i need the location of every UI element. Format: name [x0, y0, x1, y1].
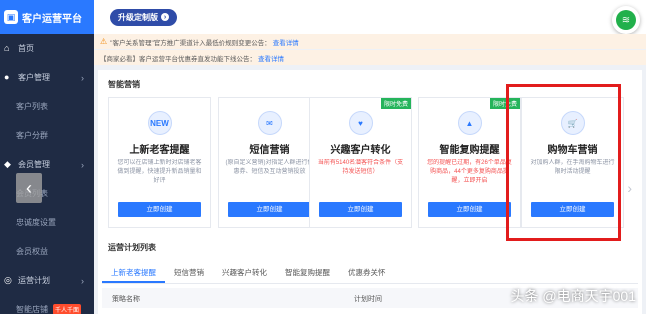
- app-logo-icon: ▣: [4, 10, 18, 24]
- sidebar-item-loyalty-settings[interactable]: 忠诚度设置: [0, 208, 94, 237]
- plan-icon: ◎: [4, 275, 12, 285]
- arrow-right-icon: ›: [161, 13, 169, 21]
- sidebar-item-label: 智能店铺: [16, 305, 48, 314]
- notice-bar: 【商家必看】客户运营平台优惠券直发功能下线公告： 查看详情: [94, 50, 646, 65]
- sidebar-item-member-benefits[interactable]: 会员权益: [0, 237, 94, 266]
- watermark: 头条 @电商天宇001: [510, 288, 636, 304]
- sidebar-item-operation-plan[interactable]: ◎ 运营计划 ›: [0, 266, 94, 295]
- chevron-right-icon: ›: [81, 275, 84, 286]
- card-description: 您可以在店铺上新时对店铺老客做到提醒，快速提升新品销量和好评: [117, 160, 202, 184]
- card-title: 智能复购提醒: [439, 145, 500, 156]
- sidebar-item-label: 会员权益: [16, 247, 48, 256]
- column-header-plan-time: 计划时间: [354, 296, 382, 303]
- tab-new-arrival-reminder[interactable]: 上新老客提醒: [102, 264, 165, 283]
- sidebar-item-label: 客户列表: [16, 102, 48, 111]
- tab-coupon-care[interactable]: 优惠券关怀: [339, 264, 395, 283]
- sidebar-item-tag: 千人千面: [53, 304, 82, 314]
- heart-icon: ♥: [348, 111, 373, 135]
- user-icon: ●: [4, 72, 10, 82]
- new-badge-icon: NEW: [147, 111, 172, 135]
- notice-text: 【商家必看】客户运营平台优惠券直发功能下线公告：: [100, 55, 256, 63]
- chevron-right-icon: ›: [81, 72, 84, 83]
- app-root: ▣ 客户运营平台 ⌂ 首页 ● 客户管理 › 客户列表 客户分群 ◆ 会员管理 …: [0, 0, 646, 314]
- card-title: 短信营销: [249, 145, 290, 156]
- sidebar-item-member-list[interactable]: 会员列表: [0, 179, 94, 208]
- tab-sms-marketing[interactable]: 短信营销: [165, 264, 213, 283]
- message-icon: ✉: [257, 111, 282, 135]
- carousel-next-icon[interactable]: ›: [627, 180, 632, 196]
- home-icon: ⌂: [4, 43, 10, 53]
- create-now-button[interactable]: 立即创建: [118, 202, 201, 217]
- section-title-smart-marketing: 智能营销: [108, 80, 140, 89]
- sidebar-item-label: 客户分群: [16, 131, 48, 140]
- sidebar-item-customer-management[interactable]: ● 客户管理 ›: [0, 63, 94, 92]
- section-title-plan-list: 运营计划列表: [108, 243, 156, 252]
- collapse-sidebar-button[interactable]: ‹: [16, 173, 42, 203]
- chevron-right-icon: ›: [81, 159, 84, 170]
- plan-tabs: 上新老客提醒 短信营销 兴趣客户转化 智能复购提醒 优惠券关怀: [102, 264, 638, 284]
- tab-interest-conversion[interactable]: 兴趣客户转化: [213, 264, 276, 283]
- notice-text: "客户关系管理"官方推广渠道计入最低价规则变更公告：: [110, 39, 271, 47]
- topbar: 升级定制版 › ≋: [94, 0, 646, 34]
- create-now-button[interactable]: 立即创建: [228, 202, 311, 217]
- card-description: (原自定义营销)对指定人群进行优惠券、短信及互动营销投放: [225, 160, 314, 175]
- limited-free-badge: 限时免费: [380, 98, 411, 109]
- sidebar: ▣ 客户运营平台 ⌂ 首页 ● 客户管理 › 客户列表 客户分群 ◆ 会员管理 …: [0, 0, 94, 314]
- bell-icon: ▲: [457, 111, 482, 135]
- sidebar-item-label: 首页: [18, 44, 34, 53]
- card-description: 当前有5140名潜客符合条件（支持发送短信）: [317, 160, 404, 175]
- sidebar-item-customer-groups[interactable]: 客户分群: [0, 121, 94, 150]
- sidebar-item-member-management[interactable]: ◆ 会员管理 ›: [0, 150, 94, 179]
- create-now-button[interactable]: 立即创建: [428, 202, 511, 217]
- card-title: 兴趣客户转化: [330, 145, 391, 156]
- sidebar-item-label: 忠诚度设置: [16, 218, 56, 227]
- chevron-left-icon: ‹: [26, 177, 32, 198]
- sidebar-nav: ⌂ 首页 ● 客户管理 › 客户列表 客户分群 ◆ 会员管理 › 会员列表: [0, 34, 94, 314]
- app-title: 客户运营平台: [22, 13, 82, 25]
- sidebar-item-label: 会员管理: [18, 160, 50, 169]
- warning-icon: ⚠: [100, 37, 108, 46]
- notice-link[interactable]: 查看详情: [273, 37, 299, 47]
- wifi-icon: ≋: [616, 10, 636, 30]
- card-sms-marketing[interactable]: ✉ 短信营销 (原自定义营销)对指定人群进行优惠券、短信及互动营销投放 立即创建: [218, 97, 321, 228]
- card-interest-conversion[interactable]: 限时免费 ♥ 兴趣客户转化 当前有5140名潜客符合条件（支持发送短信） 立即创…: [309, 97, 412, 228]
- app-brand[interactable]: ▣ 客户运营平台: [0, 0, 94, 34]
- vip-icon: ◆: [4, 159, 11, 169]
- sidebar-item-label: 客户管理: [18, 73, 50, 82]
- notice-link[interactable]: 查看详情: [258, 53, 284, 63]
- create-now-button[interactable]: 立即创建: [319, 202, 402, 217]
- sidebar-item-home[interactable]: ⌂ 首页: [0, 34, 94, 63]
- notice-bar: ⚠ "客户关系管理"官方推广渠道计入最低价规则变更公告： 查看详情: [94, 34, 646, 49]
- sidebar-item-smart-store[interactable]: 智能店铺 千人千面: [0, 295, 94, 314]
- sidebar-item-label: 运营计划: [18, 276, 50, 285]
- tab-smart-repurchase[interactable]: 智能复购提醒: [276, 264, 339, 283]
- card-description: 您的提醒已过期，有26个单品复购商品，44个更多复购商品提醒，立即开启: [427, 160, 512, 184]
- upgrade-button[interactable]: 升级定制版 ›: [110, 8, 177, 26]
- column-header-strategy-name: 策略名称: [112, 296, 140, 303]
- sidebar-item-customer-list[interactable]: 客户列表: [0, 92, 94, 121]
- card-title: 上新老客提醒: [129, 145, 190, 156]
- upgrade-label: 升级定制版: [118, 12, 158, 22]
- highlight-annotation: [506, 84, 621, 241]
- wifi-status-button[interactable]: ≋: [612, 6, 640, 34]
- card-new-arrival-reminder[interactable]: NEW 上新老客提醒 您可以在店铺上新时对店铺老客做到提醒，快速提升新品销量和好…: [108, 97, 211, 228]
